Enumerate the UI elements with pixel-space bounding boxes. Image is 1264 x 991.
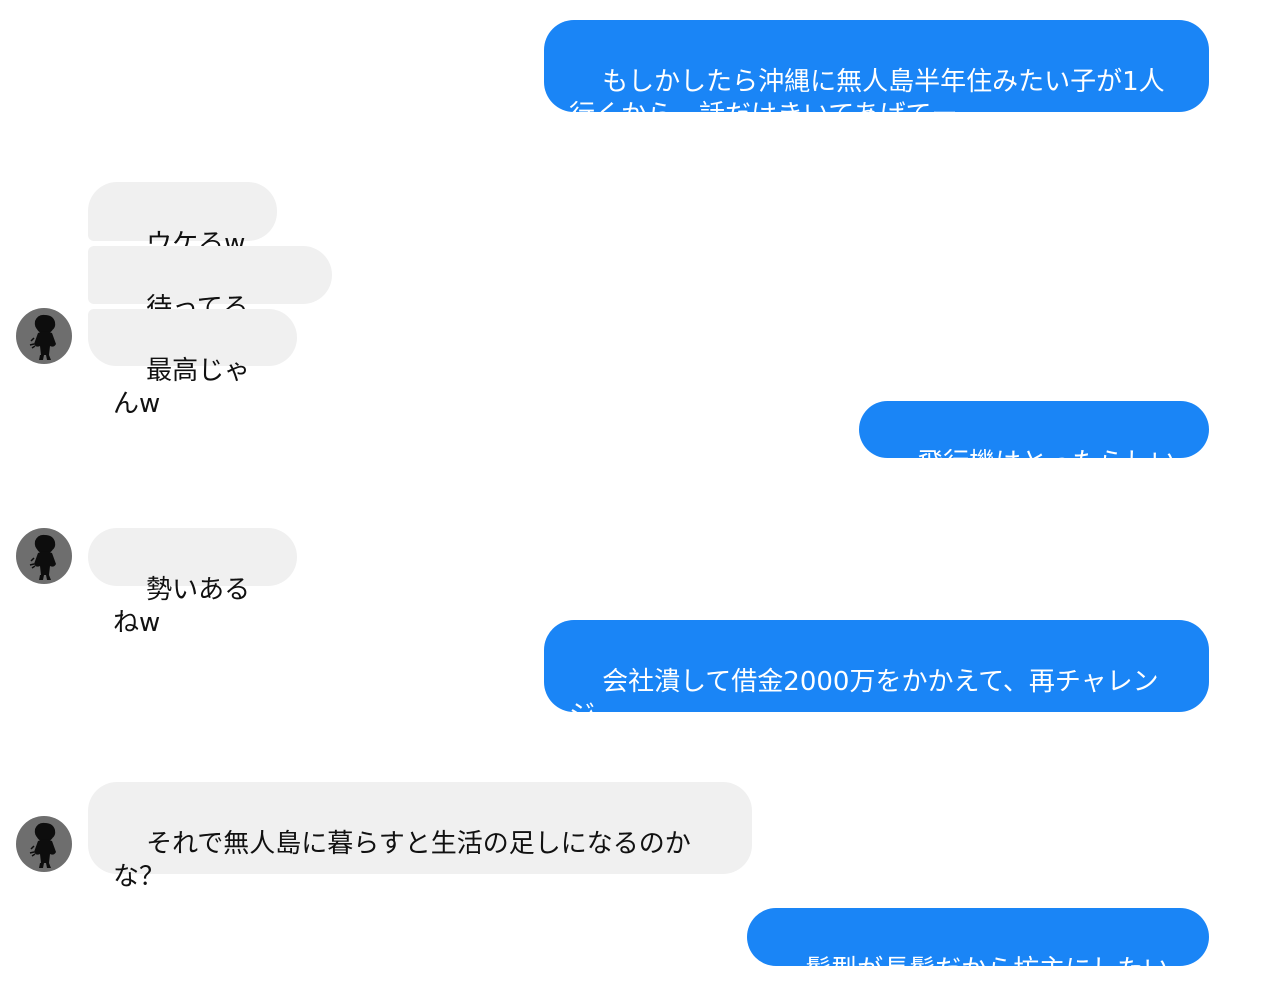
message-text: 勢いあるねw: [113, 575, 251, 638]
message-outgoing[interactable]: 会社潰して借金2000万をかかえて、再チャレンジ: [544, 620, 1209, 730]
message-incoming[interactable]: 最高じゃんw: [88, 309, 297, 419]
message-text: それで無人島に暮らすと生活の足しになるのかな？: [113, 829, 691, 892]
message-text: 飛行機はとったらしいw: [884, 448, 1177, 511]
message-incoming[interactable]: 勢いあるねw: [88, 528, 297, 638]
avatar[interactable]: [16, 308, 72, 364]
avatar[interactable]: [16, 816, 72, 872]
silhouette-avatar-icon: [29, 314, 56, 360]
message-incoming[interactable]: 待ってるよ！！: [88, 246, 332, 356]
chat-thread: もしかしたら沖縄に無人島半年住みたい子が1人行くから、話だけきいてあげてー ウケ…: [0, 0, 1264, 991]
message-text: 会社潰して借金2000万をかかえて、再チャレンジ: [569, 667, 1159, 730]
message-text: 最高じゃんw: [113, 356, 251, 419]
message-outgoing[interactable]: 髪型が長髪だから坊主にしたいw: [747, 908, 1209, 991]
silhouette-avatar-icon: [29, 822, 56, 868]
message-outgoing[interactable]: もしかしたら沖縄に無人島半年住みたい子が1人行くから、話だけきいてあげてー: [544, 20, 1209, 130]
silhouette-avatar-icon: [29, 534, 56, 580]
avatar[interactable]: [16, 528, 72, 584]
message-outgoing[interactable]: 飛行機はとったらしいw: [859, 401, 1209, 511]
message-incoming[interactable]: それで無人島に暮らすと生活の足しになるのかな？: [88, 782, 752, 892]
message-text: もしかしたら沖縄に無人島半年住みたい子が1人行くから、話だけきいてあげてー: [569, 67, 1165, 130]
message-text: 髪型が長髪だから坊主にしたいw: [772, 955, 1170, 991]
message-incoming[interactable]: ウケるw: [88, 182, 277, 290]
